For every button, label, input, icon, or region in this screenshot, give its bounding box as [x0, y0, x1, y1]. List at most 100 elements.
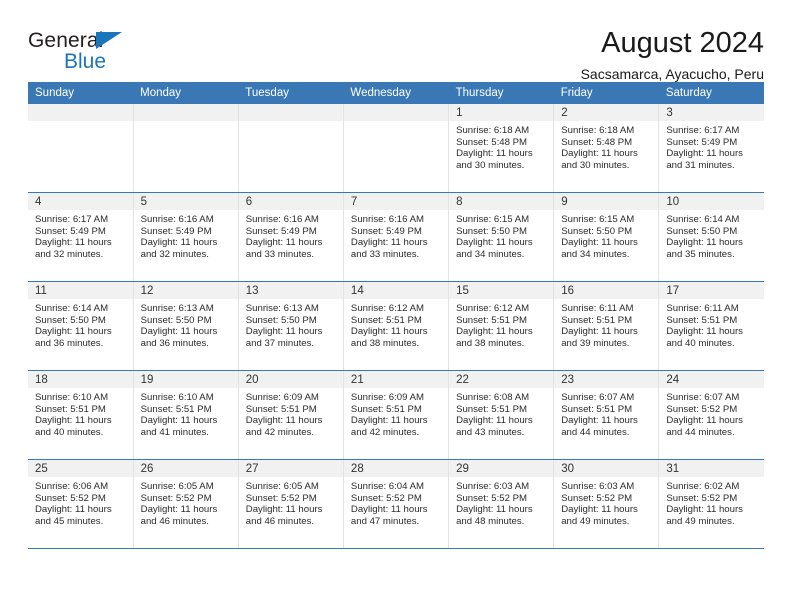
sunset-time: Sunset: 5:49 PM — [350, 225, 422, 237]
daylight-duration-line2: and 30 minutes. — [456, 160, 525, 172]
title-block: August 2024 Sacsamarca, Ayacucho, Peru — [581, 26, 764, 84]
daylight-duration-line1: Daylight: 11 hours — [456, 504, 533, 516]
calendar-day-cell[interactable]: 14 Sunrise: 6:12 AM Sunset: 5:51 PM Dayligh… — [343, 281, 450, 371]
sunset-time: Sunset: 5:51 PM — [350, 403, 422, 415]
calendar-day-cell[interactable]: 2 Sunrise: 6:18 AM Sunset: 5:48 PM Daylight… — [553, 104, 660, 193]
sunrise-time: Sunrise: 6:09 AM — [350, 392, 424, 403]
day-sun-info: Sunrise: 6:03 AM Sunset: 5:52 PM Daylight:… — [449, 477, 553, 528]
day-sun-info: Sunrise: 6:18 AM Sunset: 5:48 PM Daylight:… — [554, 121, 658, 172]
daylight-duration-line2: and 42 minutes. — [350, 427, 420, 439]
day-sun-info: Sunrise: 6:17 AM Sunset: 5:49 PM Daylight:… — [28, 210, 133, 261]
daylight-duration-line1: Daylight: 11 hours — [456, 237, 533, 249]
calendar-day-cell[interactable]: 31 Sunrise: 6:02 AM Sunset: 5:52 PM Dayligh… — [658, 459, 764, 549]
day-sun-info: Sunrise: 6:08 AM Sunset: 5:51 PM Daylight:… — [449, 388, 553, 439]
sunset-time: Sunset: 5:52 PM — [140, 492, 212, 504]
daylight-duration-line2: and 42 minutes. — [245, 427, 315, 439]
calendar-day-cell[interactable]: 30 Sunrise: 6:03 AM Sunset: 5:52 PM Dayligh… — [553, 459, 660, 549]
day-number: 15 — [449, 282, 554, 299]
calendar-week-row: 4 Sunrise: 6:17 AM Sunset: 5:49 PM Daylight… — [28, 192, 764, 282]
sunrise-time: Sunrise: 6:03 AM — [561, 481, 635, 492]
calendar-day-cell[interactable]: 27 Sunrise: 6:05 AM Sunset: 5:52 PM Dayligh… — [238, 459, 344, 549]
calendar-day-cell-empty — [133, 104, 239, 193]
sunrise-time: Sunrise: 6:12 AM — [456, 303, 530, 314]
sunrise-time: Sunrise: 6:12 AM — [350, 303, 424, 314]
daylight-duration-line2: and 35 minutes. — [666, 249, 735, 261]
daylight-duration-line1: Daylight: 11 hours — [350, 415, 428, 427]
daylight-duration-line1: Daylight: 11 hours — [561, 504, 638, 516]
calendar-day-cell[interactable]: 20 Sunrise: 6:09 AM Sunset: 5:51 PM Dayligh… — [238, 370, 344, 460]
day-sun-info: Sunrise: 6:15 AM Sunset: 5:50 PM Daylight:… — [554, 210, 658, 261]
calendar-day-cell[interactable]: 3 Sunrise: 6:17 AM Sunset: 5:49 PM Daylight… — [658, 104, 764, 193]
daylight-duration-line1: Daylight: 11 hours — [666, 326, 743, 338]
calendar-day-cell[interactable]: 10 Sunrise: 6:14 AM Sunset: 5:50 PM Dayligh… — [658, 192, 764, 282]
daylight-duration-line2: and 40 minutes. — [666, 338, 735, 350]
brand-name-bottom: Blue — [64, 50, 107, 73]
sunrise-time: Sunrise: 6:07 AM — [666, 392, 740, 403]
brand-triangle-icon — [96, 32, 122, 49]
sunrise-time: Sunrise: 6:18 AM — [456, 125, 530, 136]
calendar-day-cell[interactable]: 17 Sunrise: 6:11 AM Sunset: 5:51 PM Dayligh… — [658, 281, 764, 371]
sunset-time: Sunset: 5:51 PM — [561, 403, 633, 415]
sunset-time: Sunset: 5:50 PM — [35, 314, 106, 326]
calendar-day-cell[interactable]: 25 Sunrise: 6:06 AM Sunset: 5:52 PM Dayligh… — [28, 459, 134, 549]
calendar-day-cell[interactable]: 8 Sunrise: 6:15 AM Sunset: 5:50 PM Daylight… — [448, 192, 555, 282]
calendar-day-cell[interactable]: 19 Sunrise: 6:10 AM Sunset: 5:51 PM Dayligh… — [133, 370, 239, 460]
daylight-duration-line2: and 38 minutes. — [350, 338, 420, 350]
calendar-day-cell[interactable]: 5 Sunrise: 6:16 AM Sunset: 5:49 PM Daylight… — [133, 192, 239, 282]
sunset-time: Sunset: 5:50 PM — [561, 225, 633, 237]
calendar-day-cell[interactable]: 22 Sunrise: 6:08 AM Sunset: 5:51 PM Dayligh… — [448, 370, 555, 460]
calendar-grid: Sunday Monday Tuesday Wednesday Thursday… — [28, 82, 764, 549]
sunrise-time: Sunrise: 6:06 AM — [35, 481, 109, 492]
day-number: 21 — [343, 371, 449, 388]
weekday-header-monday: Monday — [133, 82, 239, 104]
sunrise-time: Sunrise: 6:04 AM — [350, 481, 424, 492]
sunrise-time: Sunrise: 6:17 AM — [666, 125, 740, 136]
daylight-duration-line2: and 34 minutes. — [561, 249, 630, 261]
day-number: 13 — [238, 282, 343, 299]
sunset-time: Sunset: 5:52 PM — [561, 492, 633, 504]
sunset-time: Sunset: 5:51 PM — [140, 403, 212, 415]
calendar-day-cell[interactable]: 16 Sunrise: 6:11 AM Sunset: 5:51 PM Dayligh… — [553, 281, 660, 371]
daylight-duration-line2: and 36 minutes. — [140, 338, 209, 350]
day-number — [133, 104, 238, 121]
brand-logo[interactable]: General Blue — [28, 26, 178, 72]
calendar-day-cell[interactable]: 24 Sunrise: 6:07 AM Sunset: 5:52 PM Dayligh… — [658, 370, 764, 460]
calendar-day-cell[interactable]: 28 Sunrise: 6:04 AM Sunset: 5:52 PM Dayligh… — [343, 459, 450, 549]
calendar-day-cell[interactable]: 26 Sunrise: 6:05 AM Sunset: 5:52 PM Dayligh… — [133, 459, 239, 549]
sunrise-time: Sunrise: 6:10 AM — [140, 392, 214, 403]
calendar-day-cell[interactable]: 18 Sunrise: 6:10 AM Sunset: 5:51 PM Dayligh… — [28, 370, 134, 460]
sunset-time: Sunset: 5:48 PM — [561, 136, 633, 148]
day-sun-info: Sunrise: 6:04 AM Sunset: 5:52 PM Daylight:… — [344, 477, 448, 528]
day-number: 9 — [554, 193, 659, 210]
calendar-day-cell[interactable]: 15 Sunrise: 6:12 AM Sunset: 5:51 PM Dayligh… — [448, 281, 555, 371]
daylight-duration-line1: Daylight: 11 hours — [666, 415, 743, 427]
day-sun-info — [28, 121, 133, 125]
day-sun-info: Sunrise: 6:15 AM Sunset: 5:50 PM Daylight:… — [449, 210, 553, 261]
sunrise-time: Sunrise: 6:16 AM — [245, 214, 319, 225]
sunrise-time: Sunrise: 6:02 AM — [666, 481, 740, 492]
calendar-day-cell[interactable]: 23 Sunrise: 6:07 AM Sunset: 5:51 PM Dayligh… — [553, 370, 660, 460]
day-sun-info: Sunrise: 6:18 AM Sunset: 5:48 PM Daylight:… — [449, 121, 553, 172]
daylight-duration-line2: and 45 minutes. — [35, 516, 104, 528]
day-number: 29 — [449, 460, 554, 477]
day-number: 12 — [133, 282, 238, 299]
calendar-day-cell[interactable]: 4 Sunrise: 6:17 AM Sunset: 5:49 PM Daylight… — [28, 192, 134, 282]
daylight-duration-line2: and 39 minutes. — [561, 338, 630, 350]
day-number: 16 — [554, 282, 659, 299]
calendar-day-cell[interactable]: 13 Sunrise: 6:13 AM Sunset: 5:50 PM Dayligh… — [238, 281, 344, 371]
calendar-day-cell[interactable]: 21 Sunrise: 6:09 AM Sunset: 5:51 PM Dayligh… — [343, 370, 450, 460]
daylight-duration-line2: and 31 minutes. — [666, 160, 735, 172]
calendar-day-cell[interactable]: 9 Sunrise: 6:15 AM Sunset: 5:50 PM Daylight… — [553, 192, 660, 282]
daylight-duration-line1: Daylight: 11 hours — [140, 504, 218, 516]
daylight-duration-line1: Daylight: 11 hours — [140, 237, 218, 249]
calendar-day-cell[interactable]: 6 Sunrise: 6:16 AM Sunset: 5:49 PM Daylight… — [238, 192, 344, 282]
daylight-duration-line1: Daylight: 11 hours — [561, 415, 638, 427]
sunset-time: Sunset: 5:51 PM — [350, 314, 422, 326]
calendar-day-cell[interactable]: 11 Sunrise: 6:14 AM Sunset: 5:50 PM Dayligh… — [28, 281, 134, 371]
calendar-day-cell[interactable]: 1 Sunrise: 6:18 AM Sunset: 5:48 PM Daylight… — [448, 104, 555, 193]
sunrise-time: Sunrise: 6:18 AM — [561, 125, 635, 136]
calendar-day-cell[interactable]: 7 Sunrise: 6:16 AM Sunset: 5:49 PM Daylight… — [343, 192, 450, 282]
calendar-day-cell[interactable]: 12 Sunrise: 6:13 AM Sunset: 5:50 PM Dayligh… — [133, 281, 239, 371]
sunset-time: Sunset: 5:51 PM — [245, 403, 317, 415]
calendar-day-cell[interactable]: 29 Sunrise: 6:03 AM Sunset: 5:52 PM Dayligh… — [448, 459, 555, 549]
